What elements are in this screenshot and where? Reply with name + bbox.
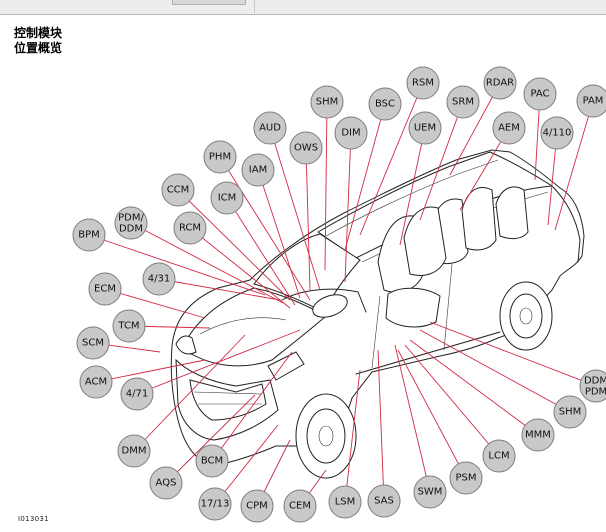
module-label: LSM — [335, 497, 356, 508]
module-bubble: SAS — [367, 484, 401, 518]
leader-line — [397, 349, 467, 479]
module-bubble: RSM — [406, 66, 440, 100]
rear-seat — [461, 187, 497, 251]
module-bubble: SHM — [310, 85, 344, 119]
module-label: MMM — [525, 430, 551, 441]
leader-line — [409, 339, 539, 436]
module-bubble: 4/71 — [120, 377, 154, 411]
module-bubble: CCM — [161, 173, 195, 207]
module-bubble: CEM — [283, 489, 317, 523]
module-label: SWM — [418, 487, 443, 498]
module-bubble: ACM — [79, 365, 113, 399]
module-label: LCM — [488, 451, 509, 462]
module-bubble: CPM — [240, 489, 274, 523]
module-label: CCM — [167, 185, 190, 196]
module-label: CPM — [246, 501, 268, 512]
module-label: UEM — [414, 123, 436, 134]
module-label: ACM — [85, 377, 107, 388]
leader-line — [377, 349, 385, 502]
module-bubble: SRM — [446, 85, 480, 119]
rear-wheel — [499, 281, 553, 351]
module-label: RCM — [179, 223, 201, 234]
module-label: SCM — [82, 338, 104, 349]
module-label: PAM — [583, 96, 604, 107]
module-label: DDM PDM — [584, 375, 606, 397]
module-bubble: DIM — [334, 116, 368, 150]
module-label: BPM — [78, 230, 100, 241]
module-bubble: OWS — [289, 131, 323, 165]
module-bubble: BCM — [195, 444, 229, 478]
module-bubble: RDAR — [483, 66, 517, 100]
module-label: OWS — [294, 143, 318, 154]
module-label: PHM — [209, 152, 231, 163]
module-label: 4/31 — [148, 274, 170, 285]
module-label: TCM — [117, 321, 139, 332]
module-label: SAS — [374, 496, 394, 507]
module-bubble: PDM/DDM — [114, 206, 148, 240]
module-bubble: ECM — [88, 272, 122, 306]
module-label: SHM — [559, 407, 582, 418]
module-bubble: DMM — [117, 434, 151, 468]
module-bubble: TCM — [112, 309, 146, 343]
module-bubble: 17/13 — [198, 487, 232, 521]
module-bubble: AEM — [492, 111, 526, 145]
leader-line — [394, 344, 431, 493]
leader-line — [419, 329, 571, 413]
module-label: BCM — [201, 456, 223, 467]
module-label: DMM — [122, 446, 147, 457]
module-bubble: 4/110 — [540, 116, 574, 150]
module-label: 4/71 — [126, 389, 148, 400]
module-bubble: AQS — [149, 466, 183, 500]
module-bubble: IAM — [241, 153, 275, 187]
module-bubble: PHM — [203, 140, 237, 174]
module-bubble: SHM — [553, 395, 587, 429]
figure-id: I013031 — [18, 515, 49, 523]
seat-cushion — [385, 287, 441, 328]
module-bubble: DDM PDM — [579, 369, 606, 403]
module-bubble: PAC — [523, 77, 557, 111]
module-label: PAC — [530, 89, 549, 100]
module-bubble: ICM — [210, 181, 244, 215]
module-bubble: PSM — [449, 461, 483, 495]
module-label: SHM — [316, 97, 339, 108]
module-label: DIM — [341, 128, 360, 139]
module-bubble: SCM — [76, 326, 110, 360]
module-bubble: LSM — [328, 485, 362, 519]
module-label: AUD — [259, 123, 281, 134]
module-bubble: BSC — [368, 87, 402, 121]
module-label: ECM — [94, 284, 116, 295]
module-label: AQS — [156, 478, 177, 489]
module-label: IAM — [249, 165, 267, 176]
module-label: CEM — [289, 501, 311, 512]
module-bubble: PAM — [576, 84, 606, 118]
module-label: RSM — [412, 78, 434, 89]
third-row-seat — [495, 186, 529, 240]
module-label: AEM — [498, 123, 520, 134]
module-bubble: MMM — [521, 418, 555, 452]
module-bubble: UEM — [408, 111, 442, 145]
module-bubble: AUD — [253, 111, 287, 145]
module-label: BSC — [375, 99, 395, 110]
module-bubble: 4/31 — [142, 262, 176, 296]
leader-line — [404, 344, 500, 457]
module-bubble: SWM — [413, 475, 447, 509]
module-bubble: RCM — [173, 211, 207, 245]
module-label: ICM — [218, 193, 237, 204]
module-bubble: BPM — [72, 218, 106, 252]
module-label: PSM — [455, 473, 476, 484]
module-label: SRM — [452, 97, 474, 108]
module-label: RDAR — [486, 78, 514, 89]
module-label: 4/110 — [543, 128, 572, 139]
control-module-diagram: RSM RDAR SHM BSC SRM PAC PAM AUD DIM UEM AEM 4/110 O… — [72, 66, 606, 523]
module-bubble: LCM — [482, 439, 516, 473]
front-wheel — [295, 393, 357, 479]
module-label: PDM/DDM — [118, 212, 144, 234]
module-label: 17/13 — [201, 499, 230, 510]
